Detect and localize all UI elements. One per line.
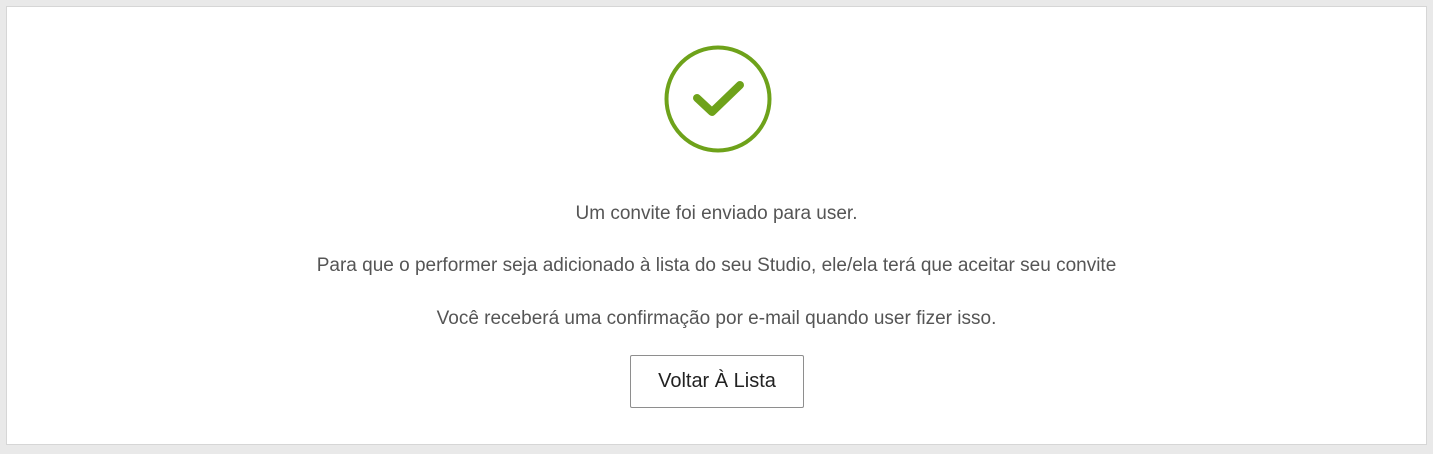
checkmark-circle-icon xyxy=(664,45,772,153)
invite-sent-message: Um convite foi enviado para user. xyxy=(575,203,858,224)
checkmark-circle-ring xyxy=(664,45,772,153)
confirmation-card: Um convite foi enviado para user. Para q… xyxy=(6,6,1427,445)
checkmark-path xyxy=(693,81,744,116)
confirmation-email-message: Você receberá uma confirmação por e-mail… xyxy=(436,308,997,329)
accept-required-message: Para que o performer seja adicionado à l… xyxy=(316,255,1117,276)
back-to-list-button[interactable]: Voltar À Lista xyxy=(630,355,804,408)
